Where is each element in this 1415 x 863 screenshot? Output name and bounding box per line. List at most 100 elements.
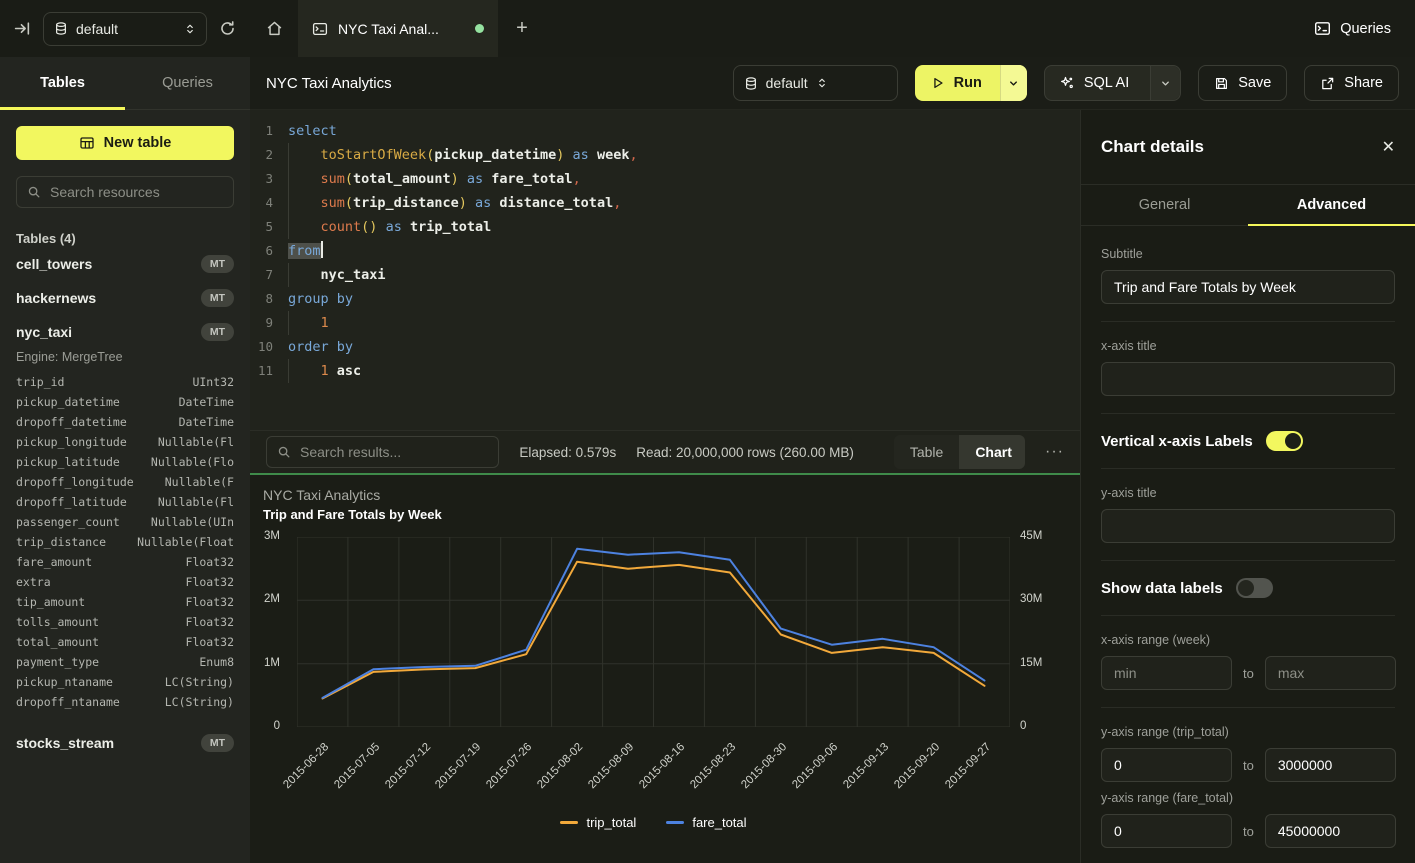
code-line[interactable]: 10order by bbox=[250, 335, 1080, 359]
sql-editor[interactable]: 1select2 toStartOfWeek(pickup_datetime) … bbox=[250, 110, 1080, 430]
legend-item-trip_total[interactable]: trip_total bbox=[560, 815, 636, 830]
column-row[interactable]: dropoff_longitudeNullable(F bbox=[16, 472, 234, 492]
line-chart[interactable] bbox=[297, 537, 1010, 727]
code-line[interactable]: 8group by bbox=[250, 287, 1080, 311]
column-row[interactable]: trip_distanceNullable(Float bbox=[16, 532, 234, 552]
table-row-cell-towers[interactable]: cell_towers MT bbox=[16, 247, 234, 280]
results-search[interactable] bbox=[266, 436, 499, 468]
column-row[interactable]: dropoff_ntanameLC(String) bbox=[16, 692, 234, 712]
share-button[interactable]: Share bbox=[1304, 65, 1399, 101]
x-axis-title-input[interactable] bbox=[1101, 362, 1395, 396]
collapse-sidebar-icon bbox=[14, 20, 31, 37]
panel-tabs: General Advanced bbox=[1081, 185, 1415, 226]
y-axis-title-input[interactable] bbox=[1101, 509, 1395, 543]
table-row-hackernews[interactable]: hackernews MT bbox=[16, 281, 234, 314]
share-button-label: Share bbox=[1344, 75, 1383, 91]
column-row[interactable]: dropoff_datetimeDateTime bbox=[16, 412, 234, 432]
legend-item-fare_total[interactable]: fare_total bbox=[666, 815, 746, 830]
queries-button[interactable]: Queries bbox=[1314, 20, 1391, 37]
home-button[interactable] bbox=[250, 0, 298, 57]
divider bbox=[1101, 321, 1395, 322]
sidebar: New table Tables (4) cell_towers MT hack… bbox=[0, 110, 250, 863]
column-type: DateTime bbox=[179, 412, 234, 432]
column-row[interactable]: pickup_longitudeNullable(Fl bbox=[16, 432, 234, 452]
left-axis-ticks: 01M2M3M bbox=[250, 537, 290, 727]
code-line[interactable]: 6from bbox=[250, 239, 1080, 263]
header-database-value: default bbox=[766, 75, 808, 91]
code-line[interactable]: 9 1 bbox=[250, 311, 1080, 335]
y-axis-title-label: y-axis title bbox=[1101, 486, 1395, 500]
sidebar-tab-queries[interactable]: Queries bbox=[125, 57, 250, 109]
column-name: fare_amount bbox=[16, 552, 92, 572]
y-tick-label: 2M bbox=[264, 593, 280, 605]
x-tick-label: 2015-08-30 bbox=[739, 741, 789, 791]
run-button[interactable]: Run bbox=[915, 65, 1027, 101]
x-range-min-input[interactable] bbox=[1101, 656, 1232, 690]
page-title: NYC Taxi Analytics bbox=[266, 75, 392, 92]
more-options-button[interactable]: ··· bbox=[1045, 443, 1064, 461]
refresh-button[interactable] bbox=[219, 20, 236, 37]
results-search-input[interactable] bbox=[300, 444, 488, 460]
code-line[interactable]: 7 nyc_taxi bbox=[250, 263, 1080, 287]
column-row[interactable]: pickup_latitudeNullable(Flo bbox=[16, 452, 234, 472]
save-button[interactable]: Save bbox=[1198, 65, 1287, 101]
code-line[interactable]: 11 1 asc bbox=[250, 359, 1080, 383]
save-icon bbox=[1214, 76, 1229, 91]
tab-advanced[interactable]: Advanced bbox=[1248, 185, 1415, 225]
column-row[interactable]: total_amountFloat32 bbox=[16, 632, 234, 652]
column-row[interactable]: dropoff_latitudeNullable(Fl bbox=[16, 492, 234, 512]
column-row[interactable]: tip_amountFloat32 bbox=[16, 592, 234, 612]
code-line[interactable]: 3 sum(total_amount) as fare_total, bbox=[250, 167, 1080, 191]
database-selector[interactable]: default bbox=[43, 12, 207, 46]
x-axis-title-label: x-axis title bbox=[1101, 339, 1395, 353]
column-row[interactable]: payment_typeEnum8 bbox=[16, 652, 234, 672]
column-row[interactable]: passenger_countNullable(UIn bbox=[16, 512, 234, 532]
header-database-selector[interactable]: default bbox=[733, 65, 898, 101]
to-label: to bbox=[1243, 758, 1254, 773]
table-row-nyc-taxi[interactable]: nyc_taxi MT bbox=[16, 315, 234, 348]
column-row[interactable]: tolls_amountFloat32 bbox=[16, 612, 234, 632]
chart-subtitle: Trip and Fare Totals by Week bbox=[263, 507, 442, 522]
code-line[interactable]: 4 sum(trip_distance) as distance_total, bbox=[250, 191, 1080, 215]
table-view-button[interactable]: Table bbox=[894, 435, 959, 469]
tab-nyc-taxi-analytics[interactable]: NYC Taxi Anal... bbox=[298, 0, 498, 57]
subtitle-input[interactable] bbox=[1101, 270, 1395, 304]
y-range-trip-min-input[interactable] bbox=[1101, 748, 1232, 782]
code-line[interactable]: 5 count() as trip_total bbox=[250, 215, 1080, 239]
close-panel-button[interactable]: ✕ bbox=[1382, 137, 1395, 157]
column-type: DateTime bbox=[179, 392, 234, 412]
tables-section-label: Tables (4) bbox=[16, 231, 234, 246]
table-row-stocks-stream[interactable]: stocks_stream MT bbox=[16, 726, 234, 759]
x-range-max-input[interactable] bbox=[1265, 656, 1396, 690]
resource-search-input[interactable] bbox=[50, 184, 231, 200]
sql-ai-button[interactable]: SQL AI bbox=[1044, 65, 1181, 101]
vertical-x-labels-label: Vertical x-axis Labels bbox=[1101, 433, 1253, 450]
y-range-fare-min-input[interactable] bbox=[1101, 814, 1232, 848]
run-options-button[interactable] bbox=[1000, 65, 1027, 101]
new-table-button[interactable]: New table bbox=[16, 126, 234, 160]
tab-general[interactable]: General bbox=[1081, 185, 1248, 225]
column-row[interactable]: pickup_ntanameLC(String) bbox=[16, 672, 234, 692]
x-range-row: to bbox=[1101, 656, 1395, 690]
sql-ai-options-button[interactable] bbox=[1150, 66, 1180, 100]
collapse-sidebar-button[interactable] bbox=[14, 20, 31, 37]
vertical-x-labels-toggle[interactable] bbox=[1266, 431, 1303, 451]
y-range-fare-max-input[interactable] bbox=[1265, 814, 1396, 848]
column-row[interactable]: pickup_datetimeDateTime bbox=[16, 392, 234, 412]
code-line[interactable]: 1select bbox=[250, 119, 1080, 143]
sidebar-tabs: Tables Queries bbox=[0, 57, 250, 110]
chart-view-button[interactable]: Chart bbox=[959, 435, 1025, 469]
column-row[interactable]: trip_idUInt32 bbox=[16, 372, 234, 392]
sidebar-tab-tables[interactable]: Tables bbox=[0, 57, 125, 109]
chevron-up-down-icon bbox=[184, 22, 196, 36]
column-name: trip_id bbox=[16, 372, 64, 392]
resource-search[interactable] bbox=[16, 176, 234, 208]
new-tab-button[interactable]: + bbox=[498, 0, 546, 57]
code-line[interactable]: 2 toStartOfWeek(pickup_datetime) as week… bbox=[250, 143, 1080, 167]
engine-label: Engine: MergeTree bbox=[16, 350, 234, 364]
divider bbox=[1101, 615, 1395, 616]
y-range-trip-max-input[interactable] bbox=[1265, 748, 1396, 782]
show-data-labels-toggle[interactable] bbox=[1236, 578, 1273, 598]
column-row[interactable]: extraFloat32 bbox=[16, 572, 234, 592]
column-row[interactable]: fare_amountFloat32 bbox=[16, 552, 234, 572]
